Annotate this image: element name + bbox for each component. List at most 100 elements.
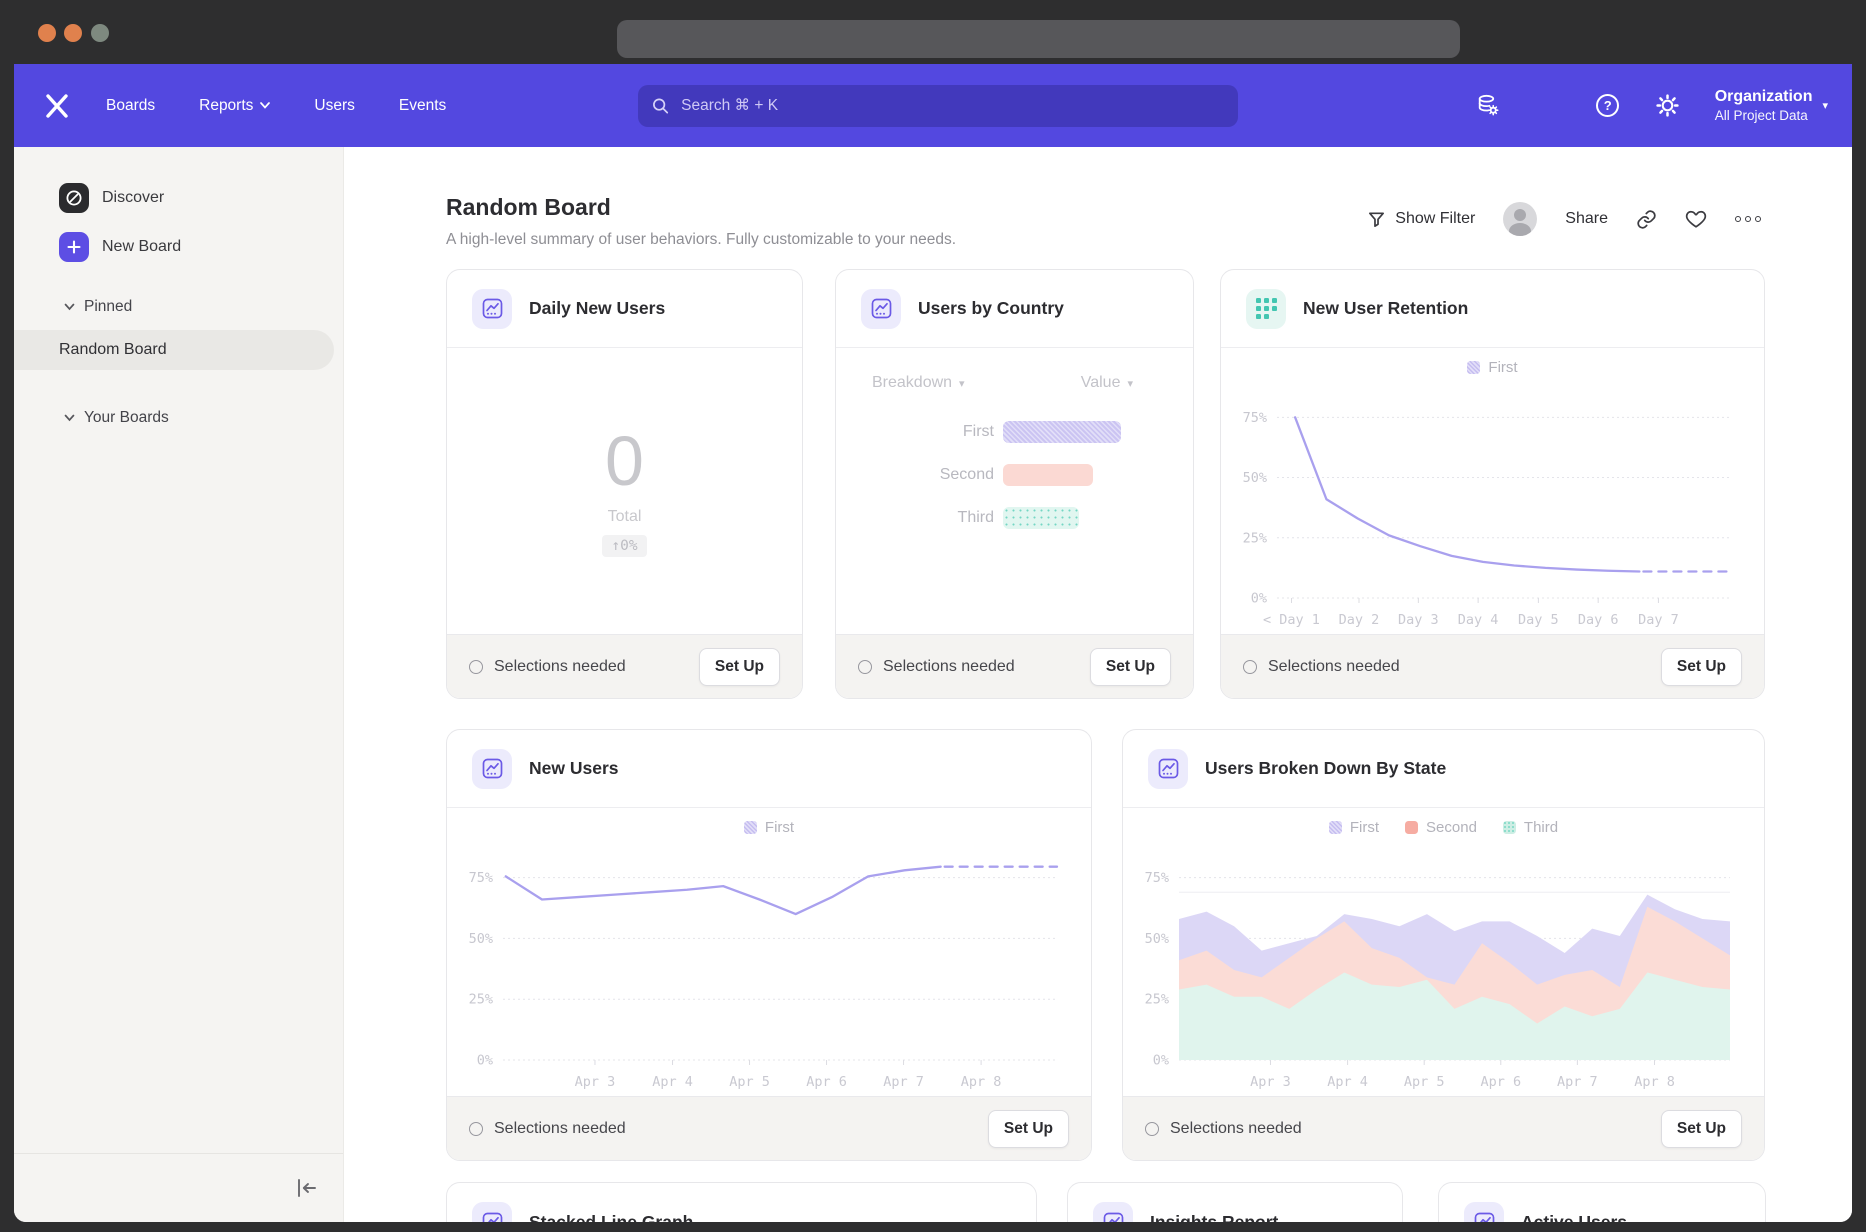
more-options-icon[interactable] bbox=[1735, 216, 1761, 222]
nav-item-reports[interactable]: Reports bbox=[199, 97, 270, 115]
nav-item-events[interactable]: Events bbox=[399, 97, 446, 115]
show-filter-button[interactable]: Show Filter bbox=[1367, 210, 1475, 229]
set-up-button[interactable]: Set Up bbox=[988, 1110, 1069, 1148]
svg-text:Apr 3: Apr 3 bbox=[575, 1074, 616, 1090]
nav-item-users[interactable]: Users bbox=[314, 97, 354, 115]
svg-text:Day 2: Day 2 bbox=[1339, 612, 1380, 628]
card-stacked-line-graph: Stacked Line Graph bbox=[446, 1182, 1037, 1222]
card-header: Users Broken Down By State bbox=[1123, 730, 1764, 808]
address-bar[interactable] bbox=[617, 20, 1460, 58]
screen: Boards Reports Users Events bbox=[0, 0, 1866, 1232]
sidebar-section-your-boards[interactable]: Your Boards bbox=[64, 409, 169, 427]
svg-text:Day 4: Day 4 bbox=[1458, 612, 1499, 628]
nav-item-boards[interactable]: Boards bbox=[106, 97, 155, 115]
svg-text:Apr 6: Apr 6 bbox=[1480, 1074, 1521, 1090]
nav-item-label: Reports bbox=[199, 97, 253, 115]
svg-text:Day 6: Day 6 bbox=[1578, 612, 1619, 628]
card-header: Daily New Users bbox=[447, 270, 802, 348]
card-footer: Selections needed Set Up bbox=[1123, 1096, 1764, 1160]
sidebar-item-random-board[interactable]: Random Board bbox=[14, 330, 334, 370]
set-up-button[interactable]: Set Up bbox=[1661, 1110, 1742, 1148]
sidebar-item-discover[interactable]: Discover bbox=[59, 183, 164, 213]
settings-gear-icon[interactable] bbox=[1655, 93, 1681, 119]
card-header: Users by Country bbox=[836, 270, 1193, 348]
sidebar-section-label: Pinned bbox=[84, 298, 132, 316]
breakdown-dropdown[interactable]: Breakdown ▾ bbox=[872, 374, 965, 392]
apps-grid-icon[interactable] bbox=[1535, 93, 1561, 119]
line-chart-icon bbox=[472, 289, 512, 329]
bar-third bbox=[1003, 507, 1079, 529]
card-footer: Selections needed Set Up bbox=[447, 1096, 1091, 1160]
window-close-button[interactable] bbox=[38, 24, 56, 42]
svg-text:Apr 8: Apr 8 bbox=[1634, 1074, 1675, 1090]
selections-needed-status: Selections needed bbox=[858, 658, 1015, 676]
svg-text:Day 3: Day 3 bbox=[1398, 612, 1439, 628]
status-ring-icon bbox=[469, 660, 483, 674]
help-icon[interactable]: ? bbox=[1595, 93, 1621, 119]
legend-swatch-first bbox=[744, 821, 757, 834]
legend-swatch-third bbox=[1503, 821, 1516, 834]
sidebar-item-new-board[interactable]: New Board bbox=[59, 232, 181, 262]
page-subtitle: A high-level summary of user behaviors. … bbox=[446, 231, 956, 249]
set-up-button[interactable]: Set Up bbox=[1661, 648, 1742, 686]
sidebar-section-pinned[interactable]: Pinned bbox=[64, 298, 132, 316]
search-icon bbox=[652, 97, 669, 115]
org-switcher[interactable]: Organization All Project Data ▾ bbox=[1715, 87, 1828, 125]
svg-text:< Day 1: < Day 1 bbox=[1263, 612, 1320, 628]
value-dropdown[interactable]: Value ▾ bbox=[1081, 374, 1133, 392]
copy-link-icon[interactable] bbox=[1636, 209, 1657, 230]
selections-needed-status: Selections needed bbox=[1243, 658, 1400, 676]
svg-text:Apr 3: Apr 3 bbox=[1250, 1074, 1291, 1090]
app-window: Boards Reports Users Events bbox=[14, 64, 1852, 1222]
status-ring-icon bbox=[858, 660, 872, 674]
status-label: Selections needed bbox=[883, 658, 1015, 676]
caret-down-icon: ▾ bbox=[1127, 377, 1133, 390]
svg-text:75%: 75% bbox=[469, 870, 493, 886]
collapse-sidebar-icon[interactable] bbox=[293, 1176, 319, 1205]
svg-text:75%: 75% bbox=[1145, 870, 1169, 886]
bar-first bbox=[1003, 421, 1121, 443]
bar-label: Second bbox=[836, 466, 994, 484]
chevron-down-icon bbox=[260, 102, 270, 109]
svg-text:Day 7: Day 7 bbox=[1638, 612, 1679, 628]
selections-needed-status: Selections needed bbox=[469, 658, 626, 676]
line-chart-icon bbox=[1093, 1202, 1133, 1222]
svg-text:50%: 50% bbox=[1243, 470, 1267, 486]
avatar[interactable] bbox=[1503, 202, 1537, 236]
nav-item-label: Users bbox=[314, 97, 354, 115]
card-body: First Second Third 75%50%25%0%Apr 3Apr 4… bbox=[1123, 808, 1764, 1096]
set-up-button[interactable]: Set Up bbox=[1090, 648, 1171, 686]
svg-text:25%: 25% bbox=[1243, 530, 1267, 546]
share-button[interactable]: Share bbox=[1565, 210, 1608, 228]
svg-text:0%: 0% bbox=[1153, 1053, 1169, 1069]
window-zoom-button[interactable] bbox=[91, 24, 109, 42]
global-search[interactable] bbox=[638, 85, 1238, 127]
mixpanel-logo-icon[interactable] bbox=[40, 89, 74, 123]
chevron-down-icon bbox=[64, 414, 75, 422]
card-header: Active Users bbox=[1439, 1183, 1765, 1222]
svg-text:Day 5: Day 5 bbox=[1518, 612, 1559, 628]
bar-row: First bbox=[836, 421, 1193, 443]
card-new-users: New Users First 75%50%25%0%Apr 3Apr 4Apr… bbox=[446, 729, 1092, 1161]
set-up-button[interactable]: Set Up bbox=[699, 648, 780, 686]
status-ring-icon bbox=[1145, 1122, 1159, 1136]
compass-icon bbox=[59, 183, 89, 213]
data-management-icon[interactable] bbox=[1475, 93, 1501, 119]
chevron-down-icon bbox=[64, 303, 75, 311]
card-body: First 75%50%25%0%Apr 3Apr 4Apr 5Apr 6Apr… bbox=[447, 808, 1091, 1096]
svg-text:75%: 75% bbox=[1243, 410, 1267, 426]
card-title: New Users bbox=[529, 758, 619, 779]
window-minimize-button[interactable] bbox=[64, 24, 82, 42]
search-input[interactable] bbox=[679, 96, 1224, 116]
svg-text:Apr 6: Apr 6 bbox=[806, 1074, 847, 1090]
favorite-heart-icon[interactable] bbox=[1685, 209, 1707, 229]
svg-text:0%: 0% bbox=[1251, 591, 1267, 607]
card-body: Breakdown ▾ Value ▾ First bbox=[836, 348, 1193, 634]
card-title: Users by Country bbox=[918, 298, 1064, 319]
selections-needed-status: Selections needed bbox=[469, 1120, 626, 1138]
metric-value: 0 bbox=[605, 426, 644, 496]
nav-item-label: Events bbox=[399, 97, 446, 115]
line-chart-icon bbox=[472, 749, 512, 789]
svg-text:Apr 4: Apr 4 bbox=[652, 1074, 693, 1090]
chart-legend: First Second Third bbox=[1123, 819, 1764, 836]
